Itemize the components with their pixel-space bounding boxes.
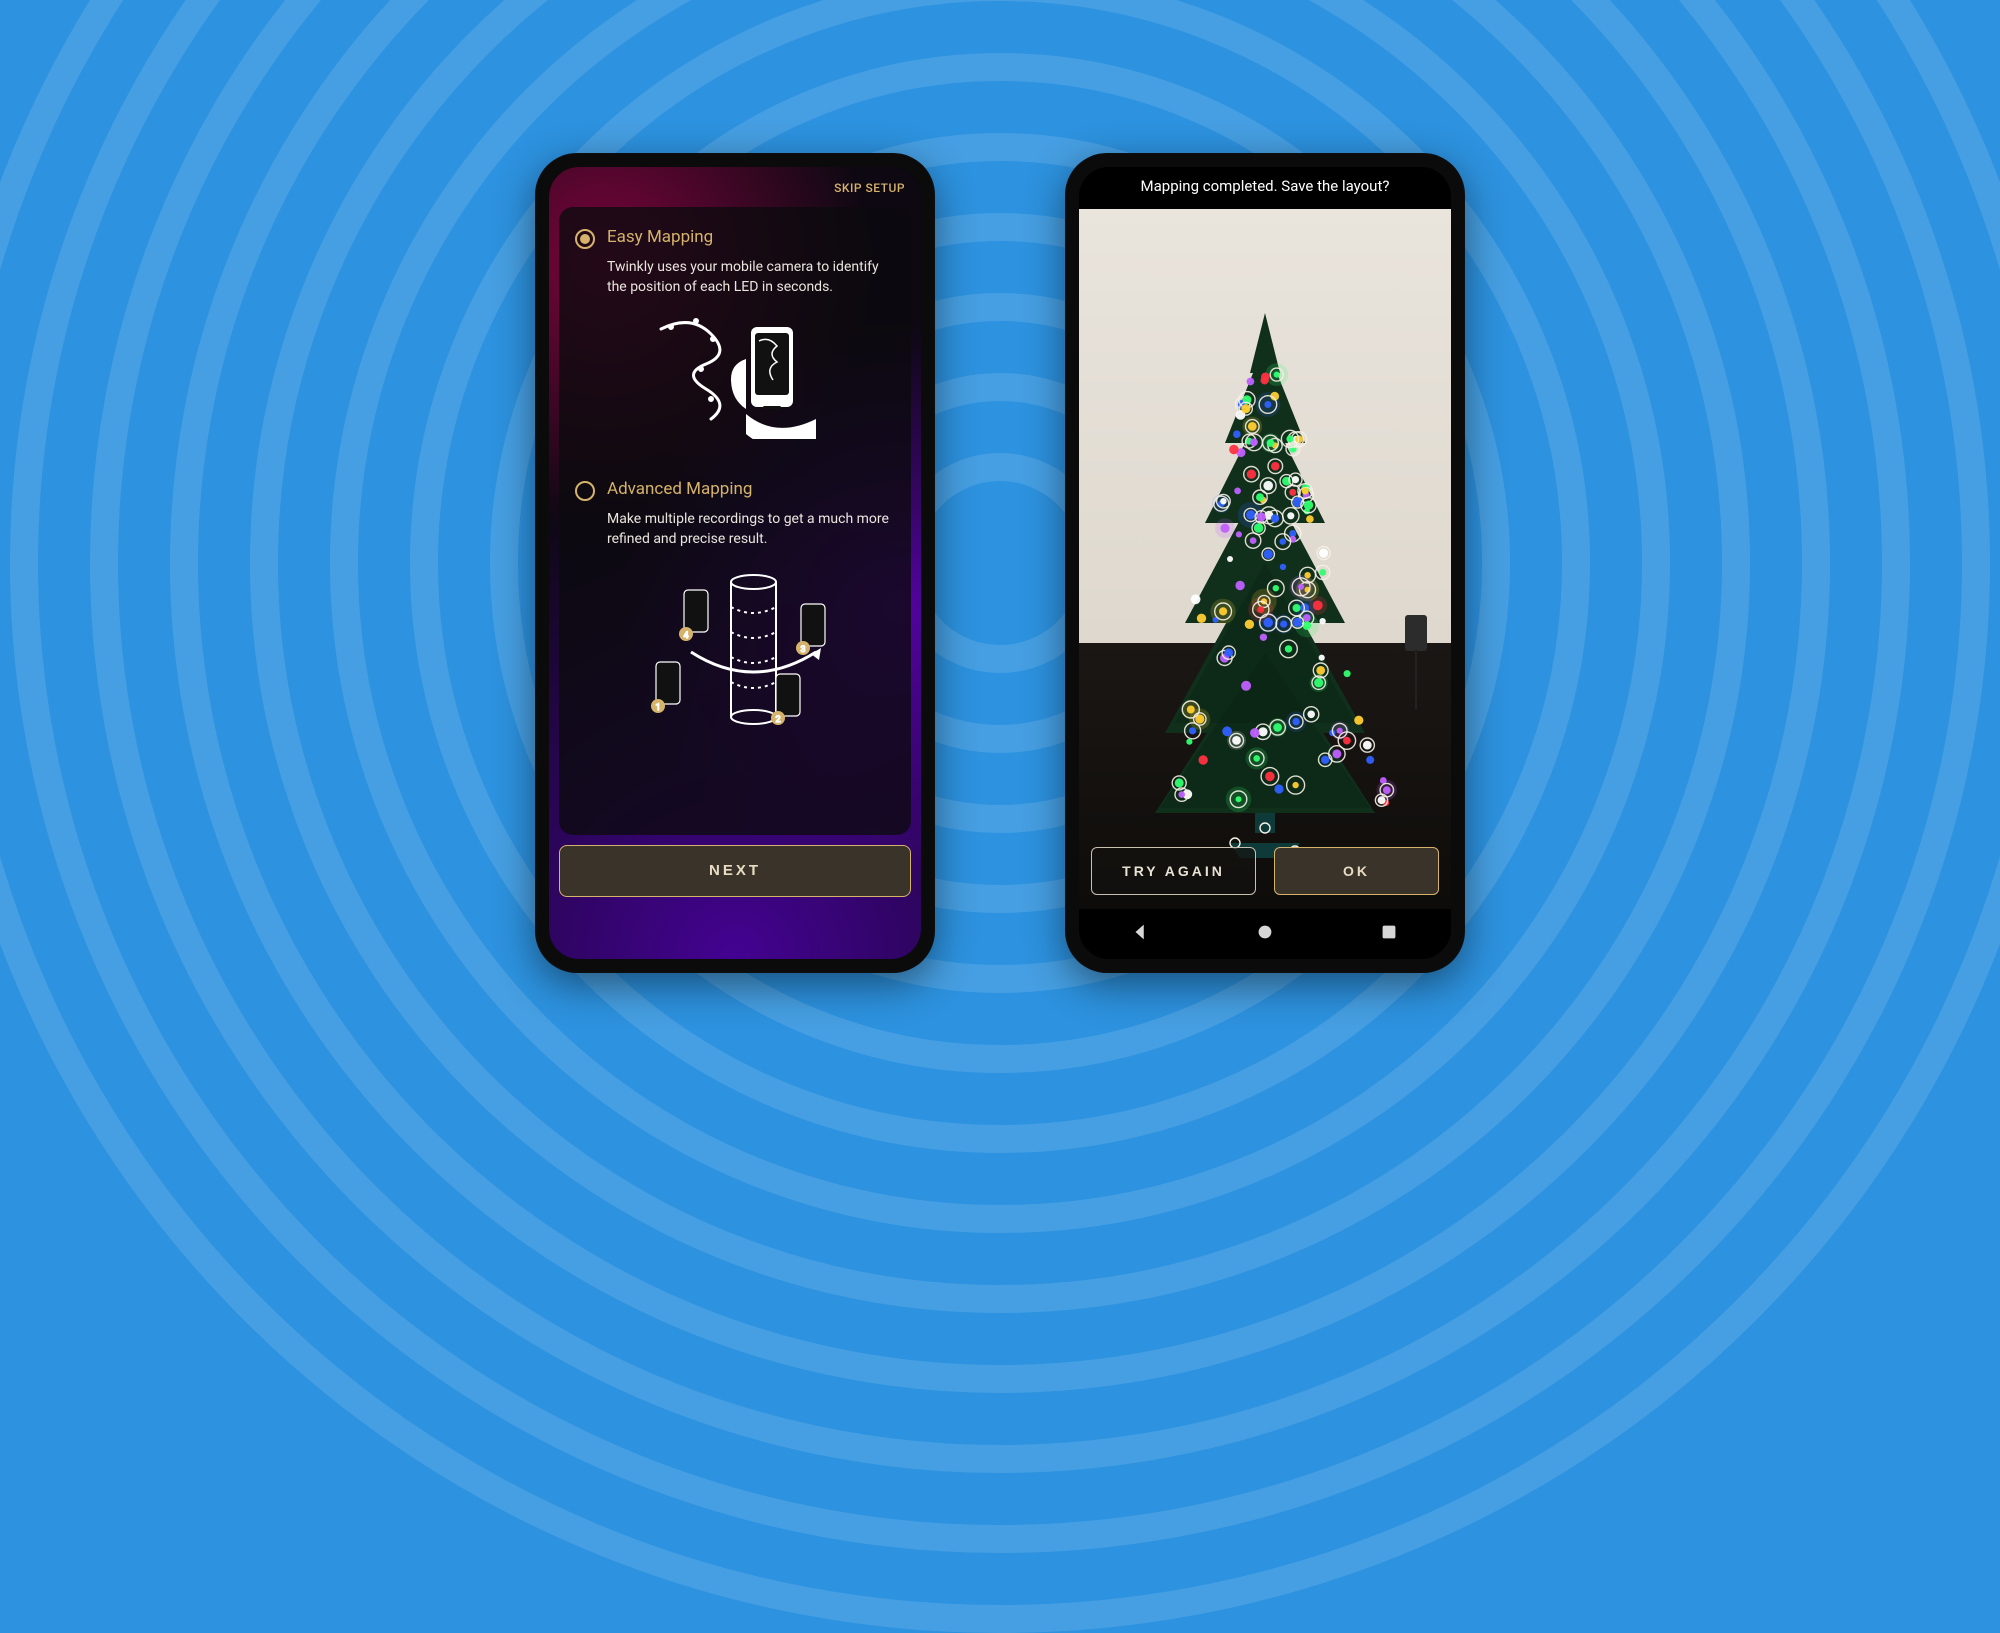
home-icon[interactable] [1254, 921, 1276, 947]
skip-setup-link[interactable]: SKIP SETUP [834, 181, 905, 195]
svg-text:1: 1 [655, 703, 660, 713]
phone-right: Mapping completed. Save the layout? [1065, 153, 1465, 973]
advanced-mapping-illustration: 4 3 1 2 [607, 562, 895, 732]
radio-easy-mapping[interactable] [575, 229, 595, 249]
svg-text:3: 3 [800, 645, 805, 655]
android-navbar [1079, 909, 1451, 959]
back-icon[interactable] [1130, 921, 1152, 947]
option-desc: Twinkly uses your mobile camera to ident… [607, 257, 895, 298]
option-title: Advanced Mapping [607, 479, 895, 499]
option-easy-mapping[interactable]: Easy Mapping Twinkly uses your mobile ca… [575, 227, 895, 466]
option-title: Easy Mapping [607, 227, 895, 247]
ok-button[interactable]: OK [1274, 847, 1439, 895]
camera-preview: TRY AGAIN OK [1079, 209, 1451, 909]
svg-text:2: 2 [775, 715, 780, 725]
option-desc: Make multiple recordings to get a much m… [607, 509, 895, 550]
svg-text:4: 4 [683, 631, 688, 641]
christmas-tree-illustration [1120, 303, 1410, 867]
mapping-options-card: Easy Mapping Twinkly uses your mobile ca… [559, 207, 911, 835]
radio-advanced-mapping[interactable] [575, 481, 595, 501]
recents-icon[interactable] [1378, 921, 1400, 947]
easy-mapping-illustration [607, 309, 895, 439]
try-again-button[interactable]: TRY AGAIN [1091, 847, 1256, 895]
next-button[interactable]: NEXT [559, 845, 911, 897]
option-advanced-mapping[interactable]: Advanced Mapping Make multiple recording… [575, 479, 895, 758]
phone-left: SKIP SETUP Easy Mapping Twinkly uses you… [535, 153, 935, 973]
mapping-complete-prompt: Mapping completed. Save the layout? [1079, 167, 1451, 209]
